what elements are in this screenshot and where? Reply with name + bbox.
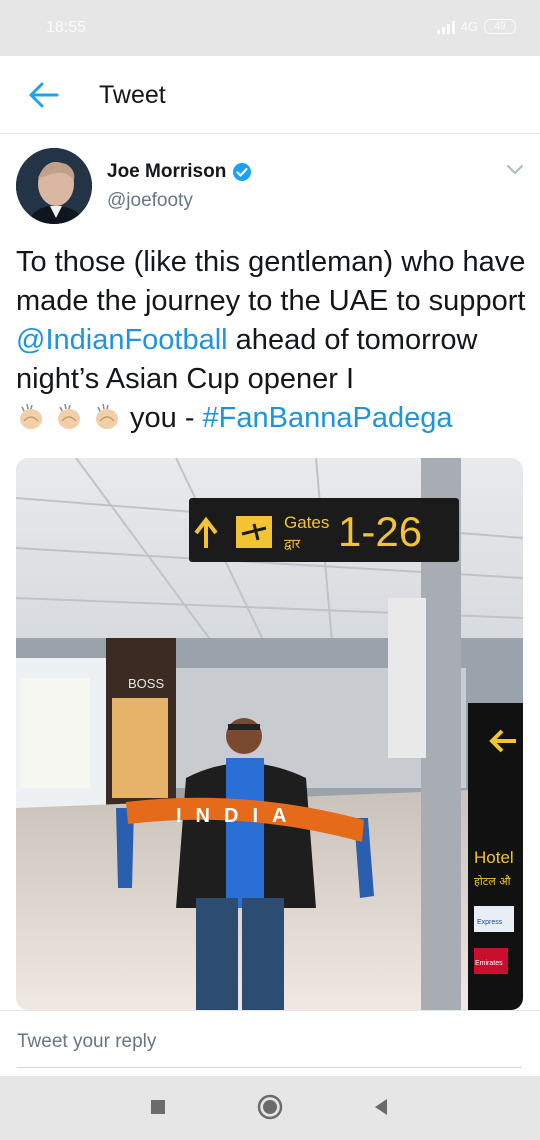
back-triangle-icon[interactable] [366, 1092, 396, 1122]
chevron-down-icon[interactable] [506, 163, 524, 177]
clapping-hands-icon [58, 403, 80, 429]
scarf-text: INDIA [176, 805, 300, 827]
reply-area: Tweet your reply [0, 1010, 540, 1077]
airport-photo: BOSS Gates द्वार 1-26 Hotel होटल औ Expre… [16, 458, 523, 1010]
verified-badge-icon [233, 163, 252, 181]
author-name-row[interactable]: Joe Morrison [107, 161, 252, 183]
status-indicators: 4G 49 [436, 19, 516, 34]
signal-icon [436, 20, 455, 34]
tweet-text: To those (like this gentleman) who have … [16, 243, 526, 438]
side-sign-brand-express: Express [477, 919, 503, 926]
network-type: 4G [460, 19, 478, 34]
battery-icon: 49 [484, 19, 516, 34]
hashtag-link[interactable]: #FanBannaPadega [203, 402, 453, 434]
avatar[interactable] [16, 148, 92, 224]
reply-input[interactable]: Tweet your reply [17, 1031, 156, 1053]
status-bar: 18:55 4G 49 [0, 0, 540, 56]
page-title: Tweet [99, 81, 166, 109]
status-time: 18:55 [46, 19, 87, 36]
sign-gates-hindi: द्वार [284, 537, 301, 552]
mention-link[interactable]: @IndianFootball [16, 324, 228, 356]
sign-gate-range: 1-26 [338, 508, 422, 555]
app-bar: Tweet [0, 56, 540, 134]
back-arrow-icon[interactable] [26, 78, 60, 112]
avatar-image [16, 148, 92, 224]
author-handle[interactable]: @joefooty [107, 190, 193, 212]
reply-input-underline [17, 1067, 522, 1068]
recents-square-icon[interactable] [143, 1092, 173, 1122]
tweet-text-part1: To those (like this gentleman) who have … [16, 246, 526, 317]
sign-gates-english: Gates [284, 513, 329, 532]
side-sign-brand-emirates: Emirates [475, 960, 503, 967]
store-sign: BOSS [128, 676, 164, 691]
clapping-hands-icon [96, 403, 118, 429]
battery-level: 49 [494, 21, 506, 32]
side-sign-hotel: Hotel [474, 848, 514, 867]
side-sign-hindi: होटल औ [474, 875, 511, 888]
tweet-photo[interactable]: BOSS Gates द्वार 1-26 Hotel होटल औ Expre… [16, 458, 523, 1010]
tweet-text-part3: you - [130, 402, 203, 434]
system-nav-bar [0, 1076, 540, 1140]
author-name[interactable]: Joe Morrison [107, 161, 226, 183]
home-circle-icon[interactable] [255, 1092, 285, 1122]
clapping-hands-icon [20, 403, 42, 429]
